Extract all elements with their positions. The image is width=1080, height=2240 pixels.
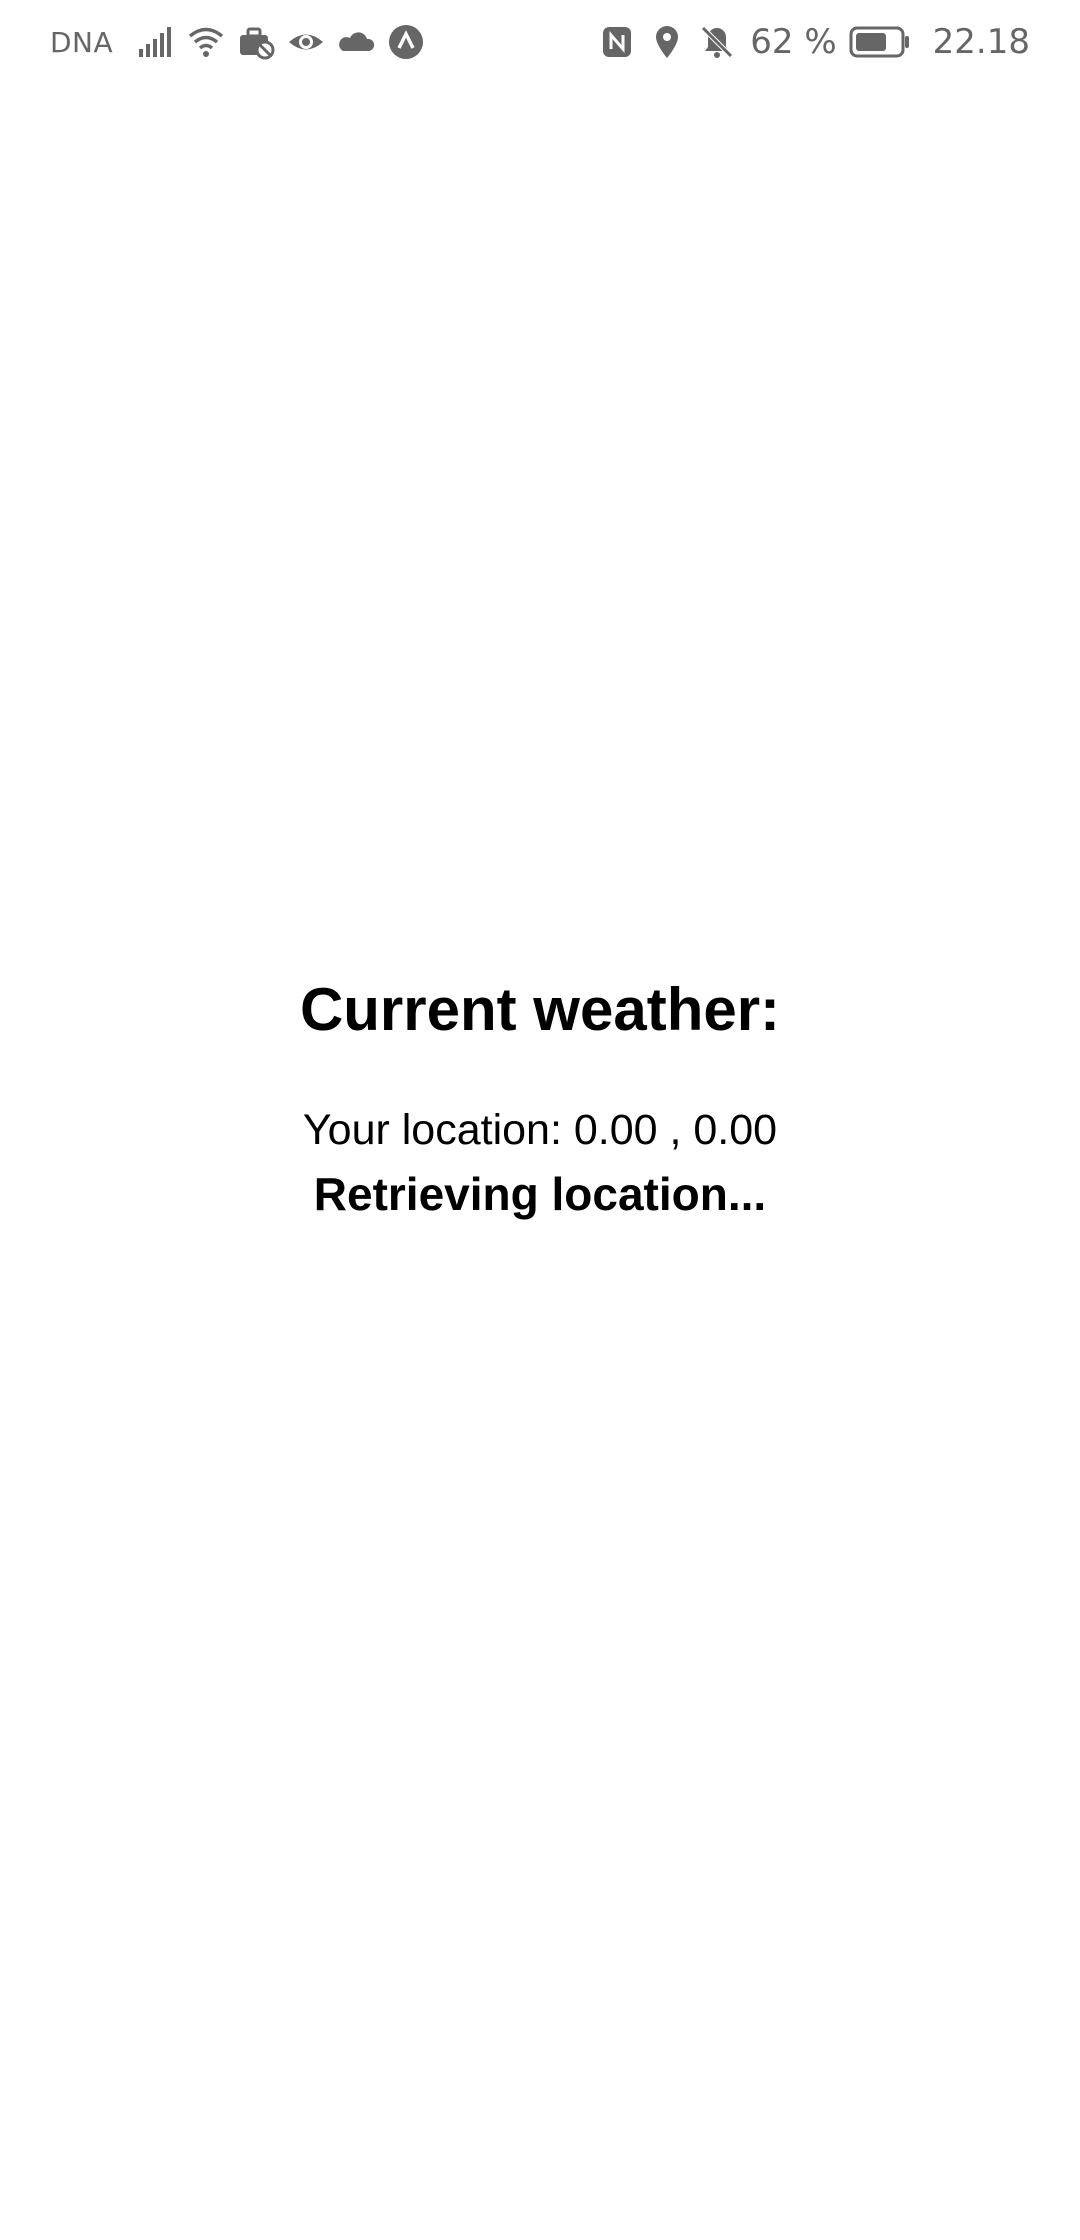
eye-icon <box>287 23 325 61</box>
bell-muted-icon <box>698 23 736 61</box>
app-notification-icon <box>387 23 425 61</box>
cloud-icon <box>337 23 375 61</box>
status-bar: DNA 62 % 22.18 <box>0 0 1080 84</box>
location-icon <box>648 23 686 61</box>
status-clock: 22.18 <box>932 22 1030 62</box>
battery-percent: 62 % <box>750 22 837 62</box>
status-bar-left: DNA <box>50 0 425 84</box>
wifi-icon <box>187 23 225 61</box>
weather-content: Current weather: Your location: 0.00 , 0… <box>0 970 1080 1224</box>
battery-icon <box>849 23 911 61</box>
carrier-label: DNA <box>50 25 114 59</box>
status-bar-right: 62 % 22.18 <box>598 0 1030 84</box>
location-status: Retrieving location... <box>313 1168 767 1220</box>
location-coordinates: Your location: 0.00 , 0.00 <box>302 1106 778 1154</box>
signal-icon <box>137 23 175 61</box>
page-title: Current weather: <box>299 976 781 1043</box>
nfc-icon <box>598 23 636 61</box>
work-profile-icon <box>237 23 275 61</box>
